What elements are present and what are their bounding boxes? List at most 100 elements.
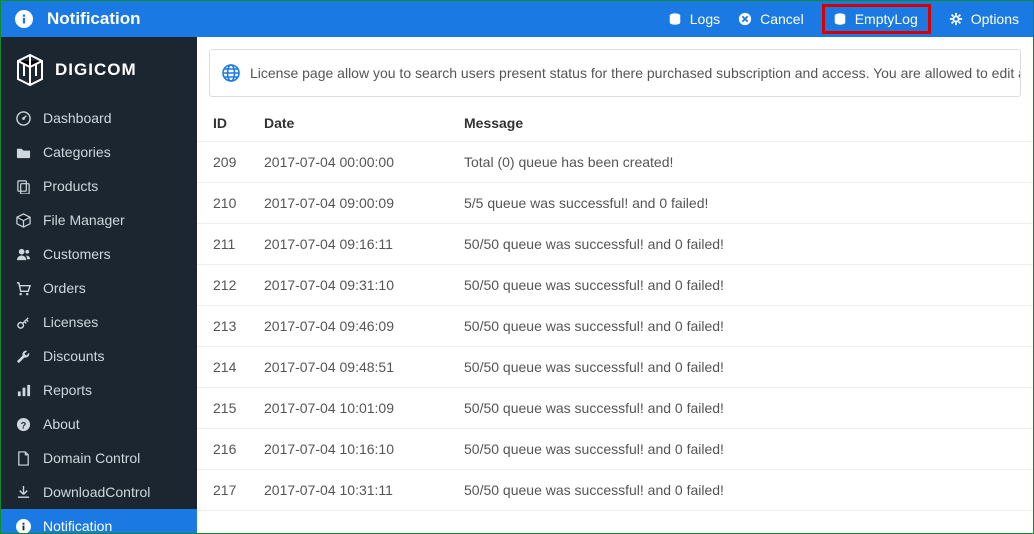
emptylog-highlight: EmptyLog (822, 4, 931, 34)
database-icon (833, 12, 847, 26)
globe-icon (222, 64, 240, 82)
sidebar-item-label: Orders (43, 280, 86, 296)
cell-message: 5/5 queue was successful! and 0 failed! (452, 183, 1033, 224)
cell-message: 50/50 queue was successful! and 0 failed… (452, 429, 1033, 470)
cell-date: 2017-07-04 09:00:09 (252, 183, 452, 224)
sidebar-item-discounts[interactable]: Discounts (1, 339, 197, 373)
topbar: Notification Logs Cancel EmptyLog Option… (1, 1, 1033, 37)
cell-date: 2017-07-04 09:46:09 (252, 306, 452, 347)
sidebar-item-label: Categories (43, 144, 111, 160)
sidebar-item-customers[interactable]: Customers (1, 237, 197, 271)
table-row[interactable]: 2092017-07-04 00:00:00Total (0) queue ha… (197, 142, 1033, 183)
logs-label: Logs (690, 11, 720, 27)
options-label: Options (971, 11, 1019, 27)
sidebar-item-label: Notification (43, 518, 112, 533)
col-date[interactable]: Date (252, 105, 452, 142)
emptylog-button[interactable]: EmptyLog (833, 11, 918, 27)
cell-message: 50/50 queue was successful! and 0 failed… (452, 388, 1033, 429)
table-row[interactable]: 2142017-07-04 09:48:5150/50 queue was su… (197, 347, 1033, 388)
table-row[interactable]: 2132017-07-04 09:46:0950/50 queue was su… (197, 306, 1033, 347)
package-icon (15, 213, 31, 228)
options-button[interactable]: Options (949, 11, 1019, 27)
sidebar-item-label: Domain Control (43, 450, 140, 466)
cell-id: 213 (197, 306, 252, 347)
logs-button[interactable]: Logs (668, 11, 720, 27)
key-icon (15, 315, 31, 330)
cell-date: 2017-07-04 09:16:11 (252, 224, 452, 265)
sidebar-item-label: Discounts (43, 348, 104, 364)
info-icon (15, 10, 33, 28)
sidebar-item-reports[interactable]: Reports (1, 373, 197, 407)
cell-message: 50/50 queue was successful! and 0 failed… (452, 224, 1033, 265)
cell-id: 215 (197, 388, 252, 429)
sidebar-item-label: Customers (43, 246, 111, 262)
sidebar-item-licenses[interactable]: Licenses (1, 305, 197, 339)
table-row[interactable]: 2102017-07-04 09:00:095/5 queue was succ… (197, 183, 1033, 224)
brand[interactable]: DIGICOM (1, 37, 197, 101)
page-title: Notification (47, 9, 141, 29)
gear-icon (949, 12, 963, 26)
cell-id: 214 (197, 347, 252, 388)
download-icon (15, 485, 31, 500)
cart-icon (15, 281, 31, 296)
table-row[interactable]: 2122017-07-04 09:31:1050/50 queue was su… (197, 265, 1033, 306)
sidebar-item-dashboard[interactable]: Dashboard (1, 101, 197, 135)
wrench-icon (15, 349, 31, 364)
cancel-button[interactable]: Cancel (738, 11, 804, 27)
content: License page allow you to search users p… (197, 37, 1033, 533)
table-row[interactable]: 2112017-07-04 09:16:1150/50 queue was su… (197, 224, 1033, 265)
sidebar-item-label: About (43, 416, 80, 432)
sidebar-item-domain-control[interactable]: Domain Control (1, 441, 197, 475)
cell-id: 209 (197, 142, 252, 183)
database-icon (668, 12, 682, 26)
sidebar-item-orders[interactable]: Orders (1, 271, 197, 305)
info-banner: License page allow you to search users p… (209, 49, 1021, 97)
brand-label: DIGICOM (55, 60, 137, 80)
col-message[interactable]: Message (452, 105, 1033, 142)
sidebar-item-file-manager[interactable]: File Manager (1, 203, 197, 237)
folder-icon (15, 145, 31, 160)
cell-message: 50/50 queue was successful! and 0 failed… (452, 306, 1033, 347)
info-icon (15, 519, 31, 534)
dashboard-icon (15, 111, 31, 126)
cell-id: 211 (197, 224, 252, 265)
table-row[interactable]: 2152017-07-04 10:01:0950/50 queue was su… (197, 388, 1033, 429)
cancel-icon (738, 12, 752, 26)
cell-date: 2017-07-04 09:31:10 (252, 265, 452, 306)
col-id[interactable]: ID (197, 105, 252, 142)
sidebar-item-products[interactable]: Products (1, 169, 197, 203)
cell-date: 2017-07-04 10:16:10 (252, 429, 452, 470)
cell-date: 2017-07-04 00:00:00 (252, 142, 452, 183)
bar-icon (15, 383, 31, 398)
logo-icon (15, 53, 45, 87)
doc-icon (15, 451, 31, 466)
cell-id: 210 (197, 183, 252, 224)
copy-icon (15, 179, 31, 194)
cell-date: 2017-07-04 10:01:09 (252, 388, 452, 429)
sidebar-item-categories[interactable]: Categories (1, 135, 197, 169)
cancel-label: Cancel (760, 11, 804, 27)
sidebar-item-label: DownloadControl (43, 484, 150, 500)
sidebar: DIGICOM Dashboard Categories Products File … (1, 37, 197, 533)
cell-message: 50/50 queue was successful! and 0 failed… (452, 347, 1033, 388)
sidebar-item-notification[interactable]: Notification (1, 509, 197, 533)
banner-text: License page allow you to search users p… (250, 65, 1021, 81)
logs-table: ID Date Message 2092017-07-04 00:00:00To… (197, 105, 1033, 511)
question-icon (15, 417, 31, 432)
emptylog-label: EmptyLog (855, 11, 918, 27)
sidebar-item-label: File Manager (43, 212, 125, 228)
sidebar-item-downloadcontrol[interactable]: DownloadControl (1, 475, 197, 509)
cell-id: 216 (197, 429, 252, 470)
cell-message: 50/50 queue was successful! and 0 failed… (452, 470, 1033, 511)
cell-message: 50/50 queue was successful! and 0 failed… (452, 265, 1033, 306)
table-row[interactable]: 2172017-07-04 10:31:1150/50 queue was su… (197, 470, 1033, 511)
cell-date: 2017-07-04 10:31:11 (252, 470, 452, 511)
cell-id: 217 (197, 470, 252, 511)
sidebar-item-about[interactable]: About (1, 407, 197, 441)
sidebar-item-label: Licenses (43, 314, 98, 330)
cell-id: 212 (197, 265, 252, 306)
cell-message: Total (0) queue has been created! (452, 142, 1033, 183)
table-row[interactable]: 2162017-07-04 10:16:1050/50 queue was su… (197, 429, 1033, 470)
users-icon (15, 247, 31, 262)
sidebar-item-label: Reports (43, 382, 92, 398)
